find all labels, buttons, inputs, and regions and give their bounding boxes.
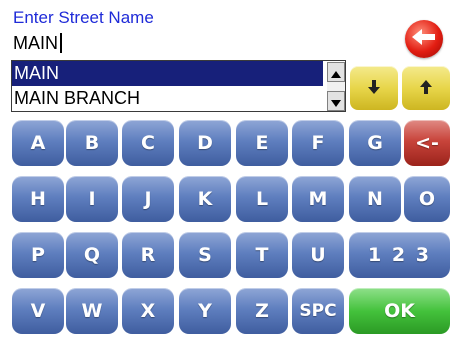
prompt-label: Enter Street Name — [13, 8, 154, 27]
scroll-down-button[interactable] — [327, 91, 345, 111]
street-name-value: MAIN — [13, 33, 58, 53]
key-c[interactable]: C — [122, 120, 174, 166]
key-u[interactable]: U — [292, 232, 344, 278]
key-r[interactable]: R — [122, 232, 174, 278]
key-h[interactable]: H — [12, 176, 64, 222]
street-name-input[interactable]: MAIN — [13, 32, 62, 54]
key-z[interactable]: Z — [236, 288, 288, 334]
key-d[interactable]: D — [179, 120, 231, 166]
list-item[interactable]: MAIN BRANCH — [12, 86, 323, 111]
back-arrow-icon — [411, 28, 437, 50]
move-up-button[interactable] — [402, 66, 450, 110]
space-button[interactable]: SPC — [292, 288, 344, 334]
text-caret — [60, 33, 62, 53]
key-a[interactable]: A — [12, 120, 64, 166]
arrow-up-icon — [420, 79, 432, 98]
back-button[interactable] — [405, 20, 443, 58]
key-o[interactable]: O — [404, 176, 450, 222]
street-results-list[interactable]: MAIN MAIN BRANCH — [11, 60, 346, 112]
key-g[interactable]: G — [349, 120, 401, 166]
list-item[interactable]: MAIN — [12, 61, 323, 86]
key-q[interactable]: Q — [66, 232, 118, 278]
key-w[interactable]: W — [66, 288, 118, 334]
key-n[interactable]: N — [349, 176, 401, 222]
triangle-up-icon — [331, 63, 341, 82]
key-v[interactable]: V — [12, 288, 64, 334]
move-down-button[interactable] — [350, 66, 398, 110]
key-s[interactable]: S — [179, 232, 231, 278]
key-p[interactable]: P — [12, 232, 64, 278]
triangle-down-icon — [331, 92, 341, 111]
key-m[interactable]: M — [292, 176, 344, 222]
ok-button[interactable]: OK — [349, 288, 450, 334]
backspace-button[interactable]: <- — [404, 120, 450, 166]
key-e[interactable]: E — [236, 120, 288, 166]
key-k[interactable]: K — [179, 176, 231, 222]
scroll-up-button[interactable] — [327, 62, 345, 82]
key-t[interactable]: T — [236, 232, 288, 278]
key-l[interactable]: L — [236, 176, 288, 222]
key-x[interactable]: X — [122, 288, 174, 334]
arrow-down-icon — [368, 79, 380, 98]
key-j[interactable]: J — [122, 176, 174, 222]
numbers-button[interactable]: 1 2 3 — [349, 232, 450, 278]
key-y[interactable]: Y — [179, 288, 231, 334]
key-b[interactable]: B — [66, 120, 118, 166]
key-i[interactable]: I — [66, 176, 118, 222]
key-f[interactable]: F — [292, 120, 344, 166]
scrollbar-track[interactable] — [327, 82, 345, 91]
